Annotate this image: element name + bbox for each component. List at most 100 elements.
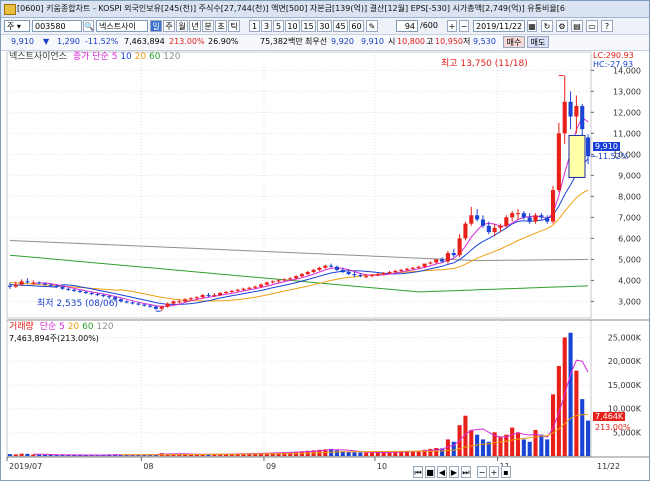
price-tick-label: 9,000 <box>618 171 641 180</box>
candle-body <box>527 217 532 222</box>
mode-select[interactable]: 주 ▾ <box>4 20 30 32</box>
scroll-stop-icon[interactable]: ■ <box>425 466 435 478</box>
date-input[interactable]: 2019/11/22 <box>473 20 525 32</box>
count-input[interactable]: 94 <box>396 20 418 32</box>
shrink-button[interactable]: − <box>459 20 469 32</box>
interval-button-1[interactable]: 1 <box>249 20 260 32</box>
candle-body <box>387 271 392 274</box>
volume-bar <box>504 434 509 456</box>
candle-body <box>107 296 112 298</box>
zoom-out-icon[interactable]: − <box>477 466 487 478</box>
edit-interval-icon[interactable]: ✎ <box>366 20 378 32</box>
candle-body <box>264 282 269 285</box>
scroll-last-icon[interactable]: ⏭ <box>461 466 471 478</box>
interval-button-30[interactable]: 30 <box>317 20 332 32</box>
volume-tick-label: 20,000K <box>608 357 642 366</box>
candle-body <box>171 301 176 304</box>
candle-body <box>276 280 281 282</box>
grid-icon[interactable]: ▤ <box>571 20 583 32</box>
candle-body <box>282 279 287 281</box>
interval-button-10[interactable]: 10 <box>285 20 300 32</box>
candle-body <box>492 227 497 233</box>
calendar-icon[interactable]: ▦ <box>527 20 537 32</box>
price-legend: 넥스트사이언스 종가 단순 5 10 20 60 120 <box>9 52 180 63</box>
volume-bar <box>358 452 363 456</box>
volume-bar <box>364 452 369 456</box>
interval-button-15[interactable]: 15 <box>301 20 316 32</box>
candle-body <box>188 298 194 300</box>
last-volume-pct: 213.00% <box>595 423 631 432</box>
candle-body <box>212 295 217 297</box>
stock-name-field[interactable]: 넥스트사이 <box>96 20 148 32</box>
candle-body <box>66 288 71 290</box>
candle-body <box>364 276 369 278</box>
volume-bar <box>31 454 36 456</box>
quote-turnover: 26.90% <box>208 37 239 46</box>
quote-bar: 9,910 ▼ 1,290 -11.52% 7,463,894 213.00% … <box>1 35 649 51</box>
candle-body <box>334 266 340 270</box>
candle-body <box>270 281 275 283</box>
info-icon[interactable]: ? <box>601 20 613 32</box>
volume-tick-label: 15,000K <box>608 381 642 390</box>
candle-body <box>31 282 36 284</box>
zoom-reset-icon[interactable]: ▪ <box>501 466 511 478</box>
buy-button[interactable]: 매수 <box>503 36 525 48</box>
volume-bar <box>574 370 579 456</box>
scroll-next-icon[interactable]: ▶ <box>449 466 459 478</box>
period-button-3[interactable]: 년 <box>189 20 201 32</box>
candle-body <box>124 301 129 303</box>
candle-body <box>352 274 357 276</box>
candle-body <box>253 286 258 288</box>
high-note: 최고 13,750 (11/18) <box>441 59 528 69</box>
high-price: 10,950 <box>435 37 463 46</box>
ma60-legend: 60 <box>148 52 161 62</box>
window-title: [0600] 키움종합차트 - KOSPI 외국인보유[245(천)] 주식수[… <box>17 4 565 13</box>
interval-button-45[interactable]: 45 <box>333 20 348 32</box>
volume-bar <box>539 434 544 456</box>
low-price: 9,530 <box>473 37 496 46</box>
candle-body <box>48 284 53 286</box>
period-button-2[interactable]: 월 <box>176 20 188 32</box>
sell-button[interactable]: 매도 <box>527 36 549 48</box>
vol-ma120-legend: 120 <box>96 322 114 332</box>
ma20-legend: 20 <box>134 52 147 62</box>
window-icon[interactable]: ▭ <box>586 20 598 32</box>
scroll-prev-icon[interactable]: ◀ <box>437 466 447 478</box>
scroll-first-icon[interactable]: ⏮ <box>413 466 423 478</box>
candle-body <box>410 267 415 269</box>
last-pct-label: -11.52% <box>595 152 629 161</box>
high-label: 고 <box>426 37 434 46</box>
volume-bar <box>19 453 24 456</box>
candle-body <box>463 223 468 239</box>
candle-body <box>165 303 170 307</box>
candle-body <box>311 269 316 272</box>
settings-icon[interactable]: ⚙ <box>556 20 568 32</box>
interval-button-3[interactable]: 3 <box>261 20 272 32</box>
candle-body <box>428 262 433 264</box>
stock-code-input[interactable]: 003580 <box>32 20 82 32</box>
candle-body <box>533 215 538 222</box>
candle-body <box>329 265 334 267</box>
candle-body <box>399 269 404 271</box>
period-button-6[interactable]: 틱 <box>228 20 240 32</box>
candle-body <box>101 295 106 297</box>
expand-button[interactable]: + <box>447 20 457 32</box>
candle-body <box>375 274 380 276</box>
volume-bar <box>527 441 532 456</box>
period-button-4[interactable]: 분 <box>202 20 214 32</box>
quote-change: 1,290 <box>57 37 80 46</box>
period-button-0[interactable]: 일 <box>150 20 162 32</box>
refresh-icon[interactable]: ↻ <box>541 20 553 32</box>
interval-button-5[interactable]: 5 <box>273 20 284 32</box>
zoom-in-icon[interactable]: + <box>489 466 499 478</box>
interval-button-60[interactable]: 60 <box>349 20 364 32</box>
search-icon[interactable]: 🔍 <box>83 20 94 32</box>
chart-area[interactable]: 14,000 13,000 12,000 11,000 10,000 9,000 8,000… <box>1 50 649 480</box>
candle-body <box>550 190 556 222</box>
candle-body <box>37 282 42 284</box>
best-ask: 9,920 <box>331 37 354 46</box>
period-button-5[interactable]: 초 <box>215 20 227 32</box>
period-button-1[interactable]: 주 <box>163 20 175 32</box>
candle-body <box>148 305 153 307</box>
candle-body <box>13 284 18 287</box>
